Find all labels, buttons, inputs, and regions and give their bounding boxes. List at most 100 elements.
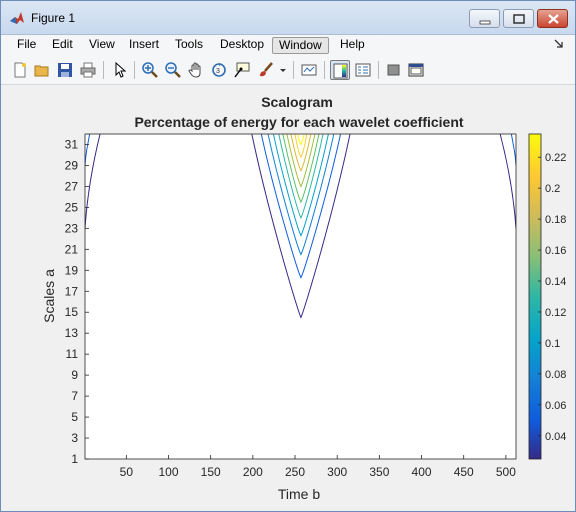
colorbar[interactable] [528, 133, 542, 460]
pan-button[interactable] [186, 60, 206, 80]
colorbar-tick-label: 0.06 [545, 400, 566, 412]
insert-legend-button[interactable] [353, 60, 373, 80]
y-tick-label: 7 [71, 389, 78, 403]
y-tick-label: 29 [65, 158, 79, 172]
save-button[interactable] [55, 60, 75, 80]
toolbar-separator [324, 61, 325, 79]
data-cursor-button[interactable] [232, 60, 252, 80]
x-axis-label: Time b [278, 486, 320, 502]
y-tick-label: 25 [65, 200, 79, 214]
y-tick-label: 1 [71, 452, 78, 466]
figure-window: Figure 1 File Edit View Insert Tools Des… [0, 0, 576, 512]
y-tick-label: 11 [66, 347, 79, 361]
x-tick-label: 350 [369, 465, 389, 479]
dock-arrow-icon[interactable] [554, 39, 564, 49]
colorbar-tick-label: 0.12 [545, 307, 566, 319]
brush-button[interactable] [256, 60, 276, 80]
print-icon [80, 62, 96, 78]
figure-canvas: Scalogram Percentage of energy for each … [1, 85, 575, 511]
hide-plot-tools-button[interactable] [384, 60, 404, 80]
colorbar-tick-label: 0.18 [545, 214, 566, 226]
open-file-button[interactable] [32, 60, 52, 80]
pan-hand-icon [188, 62, 201, 78]
save-icon [58, 63, 72, 77]
brush-dropdown-button[interactable] [277, 60, 289, 80]
y-tick-label: 17 [65, 284, 79, 298]
zoom-out-button[interactable] [163, 60, 183, 80]
x-tick-label: 500 [496, 465, 516, 479]
colorbar-tick-label: 0.08 [545, 369, 566, 381]
x-tick-label: 200 [243, 465, 263, 479]
edit-plot-pointer-icon [115, 62, 127, 78]
colorbar-tick-label: 0.22 [545, 152, 566, 164]
show-plot-tools-button[interactable] [406, 60, 426, 80]
svg-text:3: 3 [216, 68, 220, 75]
show-plot-tools-icon [408, 63, 424, 77]
zoom-in-button[interactable] [140, 60, 160, 80]
x-tick-label: 300 [327, 465, 347, 479]
window-title: Figure 1 [31, 11, 76, 25]
y-tick-label: 21 [65, 242, 79, 256]
x-tick-label: 250 [285, 465, 305, 479]
y-tick-label: 27 [65, 179, 79, 193]
y-tick-label: 23 [65, 221, 79, 235]
colorbar-tick-label: 0.04 [545, 431, 566, 443]
brush-icon [260, 62, 273, 77]
edit-plot-button[interactable] [110, 60, 130, 80]
colorbar-tick-label: 0.14 [545, 276, 566, 288]
y-tick-label: 31 [65, 137, 79, 151]
zoom-in-icon [142, 62, 158, 78]
close-icon [548, 14, 559, 24]
rotate-3d-button[interactable]: 3 [209, 60, 229, 80]
brush-dropdown-icon [280, 69, 286, 72]
x-tick-label: 100 [158, 465, 178, 479]
y-tick-label: 19 [65, 263, 79, 277]
link-plot-icon [301, 64, 317, 76]
chart-title: Scalogram [261, 94, 333, 110]
title-bar[interactable]: Figure 1 [1, 1, 575, 35]
menu-file[interactable]: File [11, 37, 42, 54]
close-button[interactable] [537, 9, 568, 28]
menu-edit[interactable]: Edit [46, 37, 79, 54]
menu-tools[interactable]: Tools [169, 37, 209, 54]
x-tick-label: 450 [454, 465, 474, 479]
x-tick-label: 400 [412, 465, 432, 479]
x-tick-label: 150 [201, 465, 221, 479]
toolbar-separator [103, 61, 104, 79]
x-tick-label: 50 [120, 465, 134, 479]
insert-colorbar-button[interactable] [330, 60, 350, 80]
y-tick-label: 5 [71, 410, 78, 424]
menu-help[interactable]: Help [334, 37, 371, 54]
scalogram-plot[interactable]: Scalogram Percentage of energy for each … [1, 85, 575, 511]
new-figure-icon [14, 62, 26, 78]
menu-window[interactable]: Window [272, 37, 329, 54]
matlab-icon [10, 12, 24, 24]
data-cursor-icon [234, 62, 250, 78]
y-axis-label: Scales a [41, 269, 57, 323]
colorbar-tick-label: 0.16 [545, 245, 566, 257]
y-tick-label: 15 [65, 305, 79, 319]
print-button[interactable] [78, 60, 98, 80]
insert-colorbar-icon [333, 63, 348, 79]
figure-toolbar: 3 [1, 56, 575, 85]
open-file-icon [34, 65, 49, 77]
minimize-button[interactable] [469, 9, 500, 28]
toolbar-separator [134, 61, 135, 79]
rotate-3d-icon: 3 [212, 63, 226, 77]
y-tick-label: 3 [71, 431, 78, 445]
maximize-button[interactable] [503, 9, 534, 28]
y-tick-label: 13 [65, 326, 79, 340]
menu-insert[interactable]: Insert [123, 37, 165, 54]
menu-desktop[interactable]: Desktop [214, 37, 270, 54]
colorbar-tick-label: 0.2 [545, 183, 560, 195]
link-plot-button[interactable] [299, 60, 319, 80]
hide-plot-tools-icon [387, 64, 400, 76]
zoom-out-icon [165, 62, 181, 78]
menu-view[interactable]: View [83, 37, 121, 54]
colorbar-tick-label: 0.1 [545, 338, 560, 350]
colorbar-ticks: 0.04 0.06 0.08 0.1 0.12 0.14 0.16 0.18 0.2 0.22 [538, 152, 566, 443]
toolbar-separator [293, 61, 294, 79]
y-tick-label: 9 [71, 368, 78, 382]
new-figure-button[interactable] [10, 60, 30, 80]
axes-background [85, 134, 516, 459]
